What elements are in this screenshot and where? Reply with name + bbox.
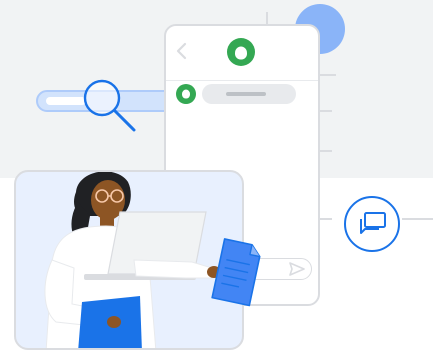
decorative-line xyxy=(320,218,332,220)
decorative-line xyxy=(320,74,336,76)
chat-message-bubble xyxy=(202,84,296,104)
feedback-chat-button[interactable] xyxy=(344,196,400,252)
decorative-line xyxy=(402,218,433,220)
decorative-line xyxy=(320,110,332,112)
chat-header xyxy=(166,26,318,81)
magnifier-icon xyxy=(83,79,136,132)
avatar-face xyxy=(235,46,247,60)
chevron-left-icon[interactable] xyxy=(174,40,190,62)
message-placeholder-line xyxy=(226,92,266,96)
avatar-face xyxy=(182,89,190,99)
feedback-chat-icon xyxy=(360,212,386,234)
document-icon xyxy=(211,238,261,307)
account-avatar-icon xyxy=(227,38,255,66)
account-avatar-icon xyxy=(176,84,196,104)
search-bar-highlight xyxy=(46,97,86,105)
decorative-line xyxy=(320,150,332,152)
send-icon[interactable] xyxy=(289,262,305,276)
